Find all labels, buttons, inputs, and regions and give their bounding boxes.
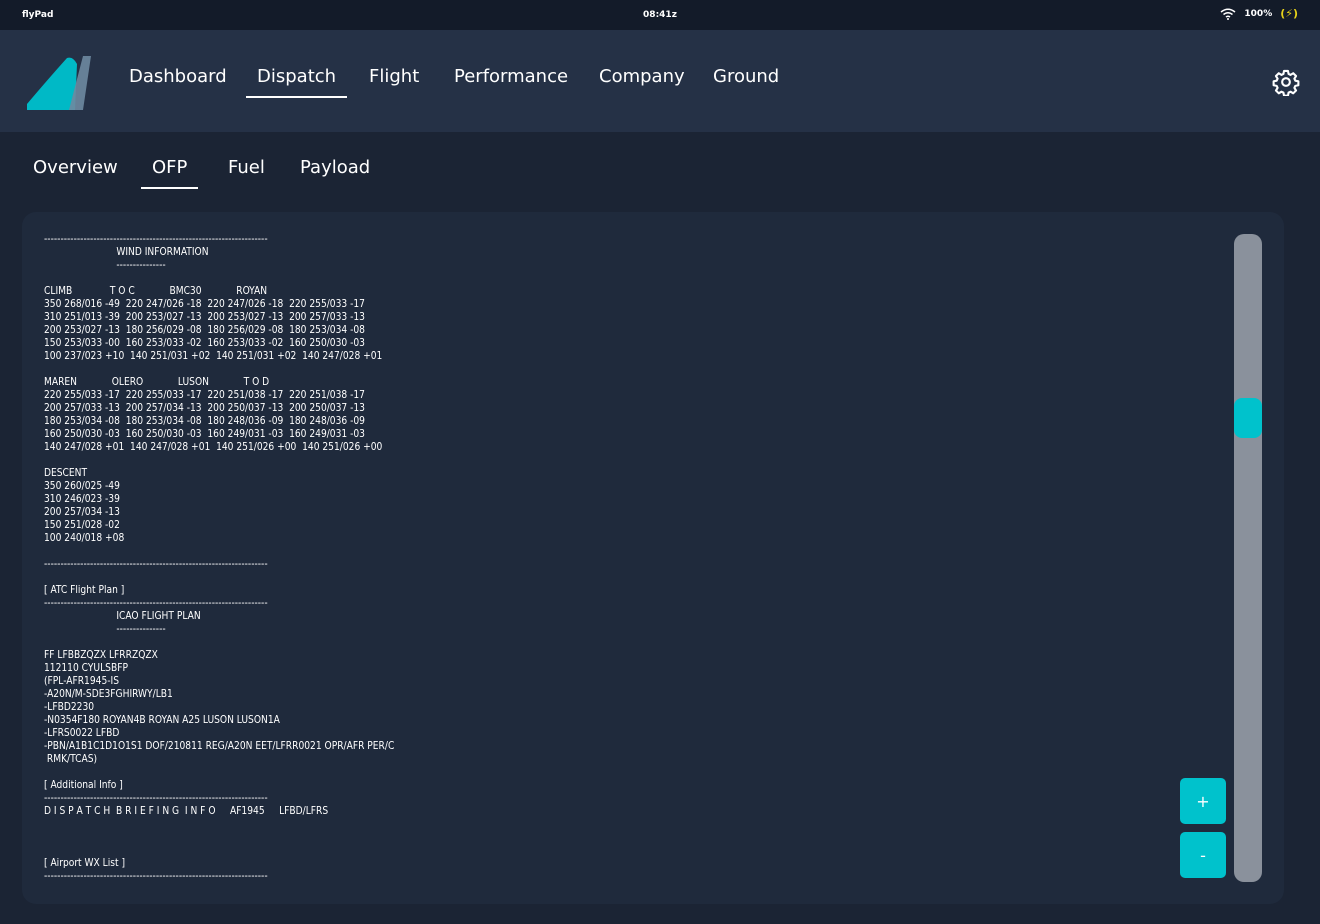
clock: 08:41z [643, 10, 677, 20]
battery-level: 100% [1244, 8, 1273, 19]
nav-tab-ground[interactable]: Ground [713, 66, 779, 87]
logo-icon [27, 56, 91, 110]
nav-tab-company[interactable]: Company [599, 66, 685, 87]
charging-icon: (⚡) [1280, 7, 1298, 20]
nav-tab-dispatch[interactable]: Dispatch [245, 66, 348, 98]
scrollbar-track[interactable] [1234, 234, 1262, 882]
status-indicators: 100% (⚡) [1220, 7, 1298, 20]
gear-icon[interactable] [1272, 68, 1300, 96]
tab-fuel[interactable]: Fuel [228, 157, 265, 178]
tab-overview[interactable]: Overview [33, 157, 118, 178]
ofp-panel: ----------------------------------------… [22, 212, 1284, 904]
tab-ofp[interactable]: OFP [140, 157, 199, 189]
nav-tab-performance[interactable]: Performance [454, 66, 568, 87]
tab-payload[interactable]: Payload [300, 157, 370, 178]
nav-tab-dashboard[interactable]: Dashboard [129, 66, 227, 87]
zoom-in-button[interactable]: + [1180, 778, 1226, 824]
wifi-icon [1220, 8, 1236, 20]
top-navigation: Dashboard Dispatch Flight Performance Co… [0, 30, 1320, 132]
nav-tab-flight[interactable]: Flight [369, 66, 419, 87]
ofp-text: ----------------------------------------… [44, 232, 395, 882]
scrollbar-thumb[interactable] [1234, 398, 1262, 438]
zoom-out-button[interactable]: - [1180, 832, 1226, 878]
status-bar: flyPad 08:41z 100% (⚡) [0, 0, 1320, 30]
